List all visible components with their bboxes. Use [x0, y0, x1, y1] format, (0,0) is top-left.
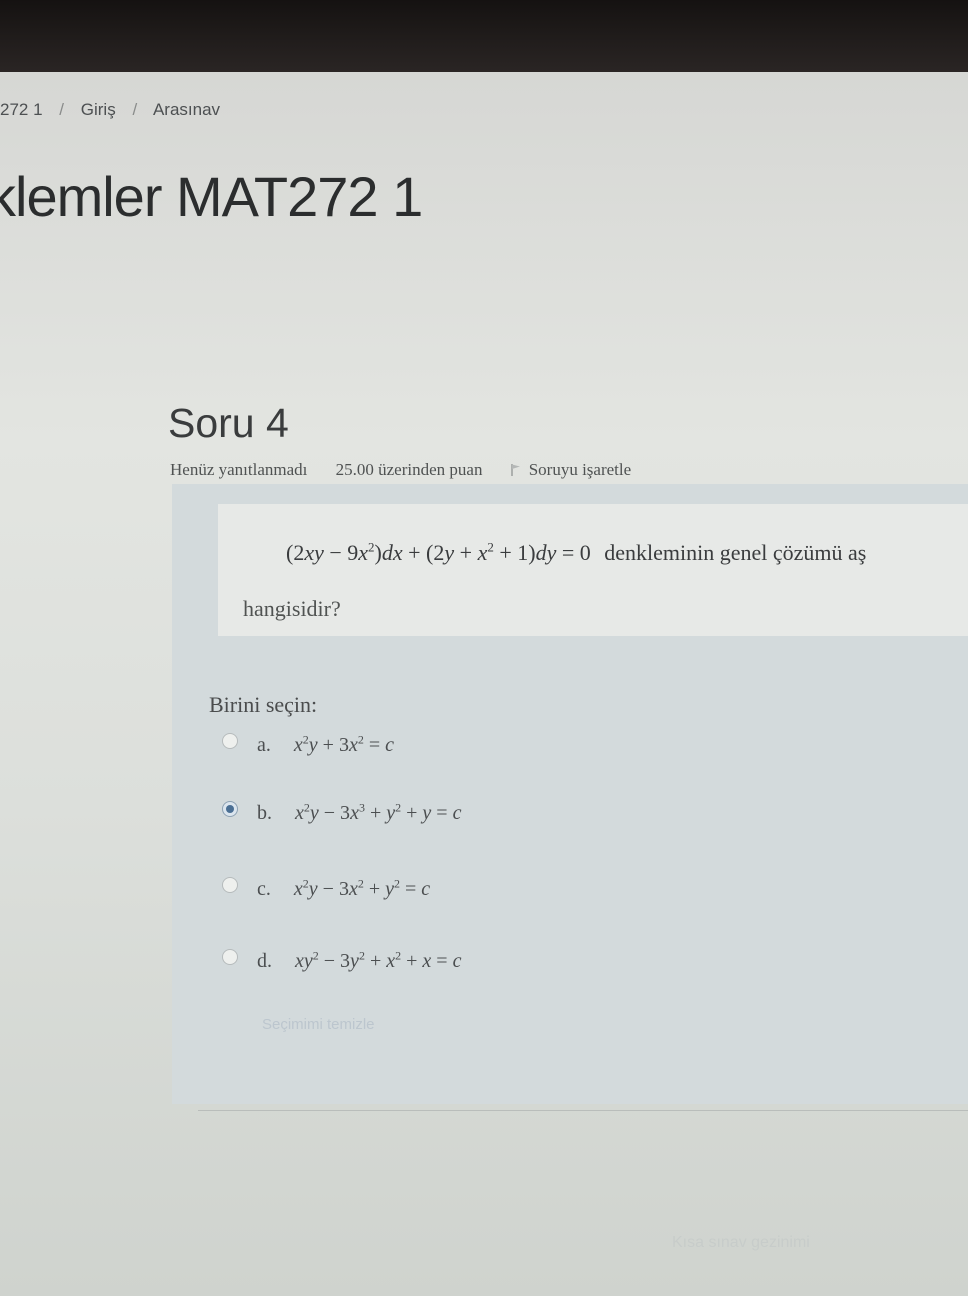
equation-math: (2xy − 9x2)dx + (2y + x2 + 1)dy = 0: [286, 540, 591, 566]
option-letter: c.: [257, 877, 271, 900]
breadcrumb-exam[interactable]: Arasınav: [153, 100, 220, 119]
question-info: Henüz yanıtlanmadı 25.00 üzerinden puan …: [170, 460, 679, 480]
option-a-radio[interactable]: [222, 732, 238, 749]
clear-choice-link[interactable]: Seçimimi temizle: [262, 1016, 375, 1033]
question-equation: (2xy − 9x2)dx + (2y + x2 + 1)dy = 0 denk…: [286, 540, 866, 566]
browser-page: 272 1 / Giriş / Arasınav klemler MAT272 …: [0, 72, 968, 1296]
question-text-continued: hangisidir?: [243, 596, 341, 621]
question-text: denkleminin genel çözümü aş: [604, 540, 867, 566]
flag-question-link[interactable]: Soruyu işaretle: [511, 460, 655, 479]
option-c[interactable]: c. x2y − 3x2 + y2 = c: [222, 876, 430, 901]
option-b-radio[interactable]: [222, 800, 238, 817]
quiz-navigation-link[interactable]: Kısa sınav gezinimi: [672, 1234, 810, 1252]
question-grade: 25.00 üzerinden puan: [335, 460, 483, 479]
option-d[interactable]: d. xy2 − 3y2 + x2 + x = c: [222, 948, 461, 973]
breadcrumb: 272 1 / Giriş / Arasınav: [0, 100, 220, 120]
answer-prompt: Birini seçin:: [209, 692, 318, 717]
breadcrumb-separator: /: [132, 100, 138, 119]
option-a[interactable]: a. x2y + 3x2 = c: [222, 732, 394, 757]
flag-icon: [511, 464, 520, 476]
option-b[interactable]: b. x2y − 3x3 + y2 + y = c: [222, 800, 461, 825]
monitor-bezel: [0, 0, 968, 72]
option-letter: a.: [257, 733, 271, 756]
breadcrumb-course[interactable]: 272 1: [0, 100, 43, 119]
page-title: klemler MAT272 1: [0, 165, 423, 228]
question-heading: Soru 4: [168, 400, 289, 446]
breadcrumb-home[interactable]: Giriş: [81, 100, 116, 119]
breadcrumb-separator: /: [59, 100, 65, 119]
option-letter: b.: [257, 801, 272, 824]
option-letter: d.: [257, 949, 272, 972]
option-c-radio[interactable]: [222, 876, 238, 893]
divider: [198, 1110, 968, 1111]
option-c-math: x2y − 3x2 + y2 = c: [293, 876, 431, 900]
flag-question-label: Soruyu işaretle: [528, 460, 632, 479]
question-status: Henüz yanıtlanmadı: [170, 460, 308, 479]
option-d-math: xy2 − 3y2 + x2 + x = c: [295, 948, 462, 972]
option-d-radio[interactable]: [222, 948, 238, 965]
option-a-math: x2y + 3x2 = c: [293, 732, 395, 756]
option-b-math: x2y − 3x3 + y2 + y = c: [295, 800, 462, 824]
